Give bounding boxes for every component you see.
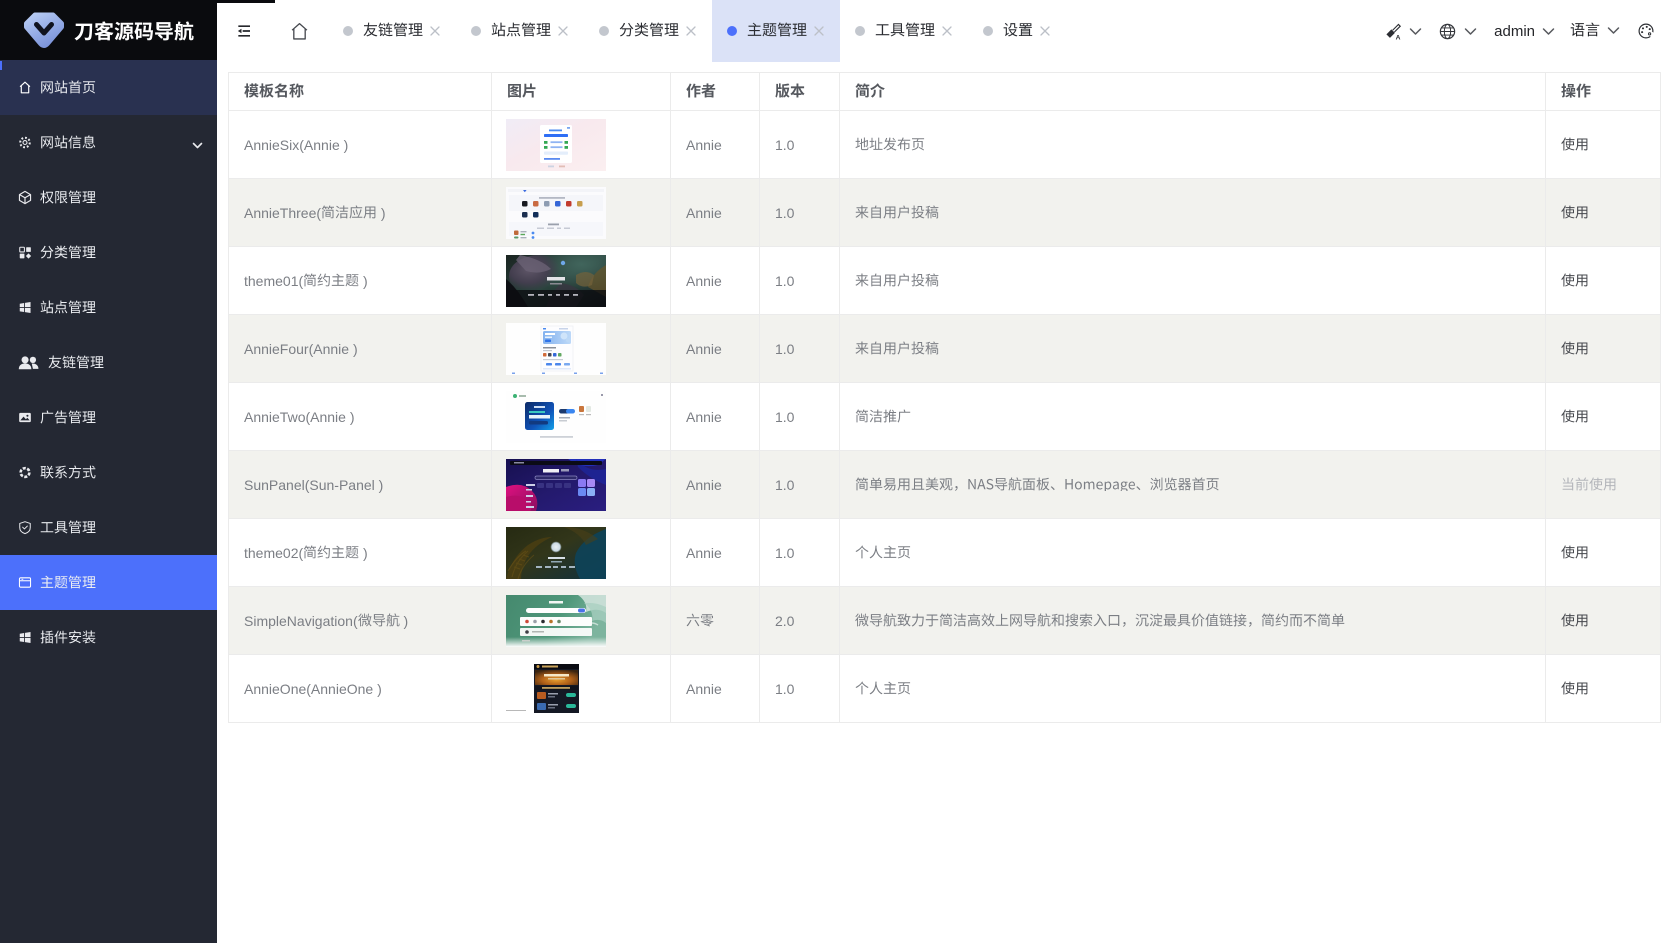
svg-text:A: A — [1396, 34, 1401, 40]
